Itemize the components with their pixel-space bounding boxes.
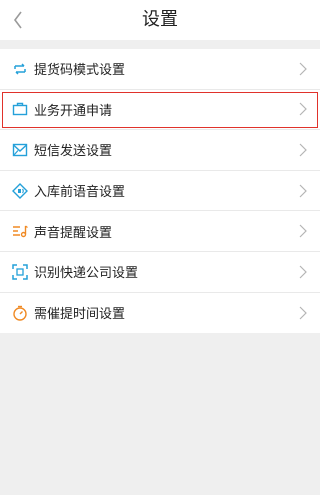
voice-icon [12, 182, 28, 199]
settings-item-pre-storage-voice[interactable]: 入库前语音设置 [0, 171, 320, 212]
chevron-right-icon [298, 224, 308, 238]
chevron-right-icon [298, 184, 308, 198]
chevron-right-icon [298, 265, 308, 279]
chevron-right-icon [298, 306, 308, 320]
settings-item-business-application[interactable]: 业务开通申请 [0, 90, 320, 131]
settings-item-courier-recognition[interactable]: 识别快递公司设置 [0, 252, 320, 293]
settings-item-sms[interactable]: 短信发送设置 [0, 130, 320, 171]
chevron-right-icon [298, 62, 308, 76]
settings-item-label: 声音提醒设置 [34, 225, 113, 241]
settings-item-label: 业务开通申请 [34, 103, 113, 119]
settings-item-reminder-time[interactable]: 需催提时间设置 [0, 293, 320, 334]
pickup-code-icon [12, 61, 28, 77]
briefcase-icon [12, 101, 28, 117]
settings-item-pickup-code-mode[interactable]: 提货码模式设置 [0, 49, 320, 90]
sound-icon [12, 223, 28, 239]
settings-item-label: 入库前语音设置 [34, 185, 126, 201]
settings-item-sound-reminder[interactable]: 声音提醒设置 [0, 211, 320, 252]
header-bar: 设置 [0, 0, 320, 40]
timer-icon [12, 305, 28, 321]
scan-icon [12, 264, 28, 280]
settings-list: 提货码模式设置 业务开通申请 短信发送设置 入库前语音设置 声音提醒设置 识别快… [0, 49, 320, 334]
page-title: 设置 [142, 9, 178, 30]
settings-item-label: 短信发送设置 [34, 144, 113, 160]
chevron-right-icon [298, 143, 308, 157]
settings-item-label: 提货码模式设置 [34, 63, 126, 79]
chevron-right-icon [298, 102, 308, 116]
settings-item-label: 需催提时间设置 [34, 307, 126, 323]
sms-icon [12, 142, 28, 158]
settings-item-label: 识别快递公司设置 [34, 266, 139, 282]
